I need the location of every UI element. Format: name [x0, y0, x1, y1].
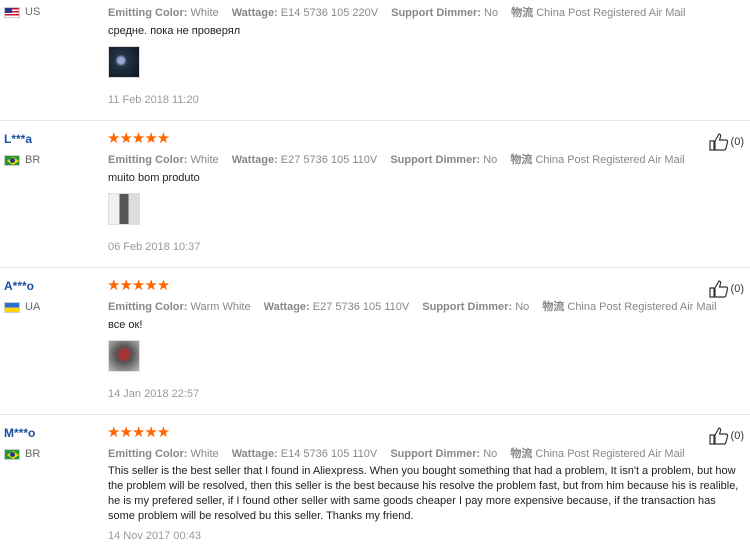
- helpful-count: (0): [730, 430, 744, 442]
- review-item: L***a BR ★★★★★ Emitting Color: White Wat…: [0, 121, 750, 267]
- us-flag-icon: [4, 6, 20, 18]
- country-code: UA: [25, 301, 41, 313]
- review-text: muito bom produto: [108, 172, 200, 184]
- review-attributes: Emitting Color: Warm White Wattage: E27 …: [108, 301, 717, 313]
- review-text: This seller is the best seller that I fo…: [108, 465, 739, 522]
- review-item: M***o BR ★★★★★ Emitting Color: White Wat…: [0, 415, 750, 546]
- review-item: A***o UA ★★★★★ Emitting Color: Warm Whit…: [0, 268, 750, 414]
- rating-stars: ★★★★★: [107, 424, 170, 441]
- reviewer-name: A***o: [4, 279, 35, 293]
- thumbs-up-icon: [708, 280, 728, 298]
- thumbs-up-icon: [708, 133, 728, 151]
- reviewer-name: M***o: [4, 426, 36, 440]
- country-code: BR: [25, 448, 41, 460]
- review-attributes: Emitting Color: White Wattage: E27 5736 …: [108, 154, 685, 166]
- review-attributes: Emitting Color: White Wattage: E14 5736 …: [108, 7, 686, 19]
- review-photo[interactable]: [108, 46, 140, 78]
- review-text: все ок!: [108, 319, 143, 331]
- ua-flag-icon: [4, 301, 20, 313]
- review-date: 14 Nov 2017 00:43: [108, 530, 201, 542]
- review-item: US Emitting Color: White Wattage: E14 57…: [0, 0, 750, 120]
- review-photo[interactable]: [108, 193, 140, 225]
- helpful-count: (0): [730, 136, 744, 148]
- country: BR: [4, 154, 40, 166]
- country: US: [4, 6, 40, 18]
- helpful-button[interactable]: (0): [708, 427, 744, 445]
- reviewer-name: L***a: [4, 132, 33, 146]
- review-date: 06 Feb 2018 10:37: [108, 241, 201, 253]
- country: UA: [4, 301, 40, 313]
- review-date: 11 Feb 2018 11:20: [108, 94, 199, 106]
- review-date: 14 Jan 2018 22:57: [108, 388, 200, 400]
- br-flag-icon: [4, 154, 20, 166]
- country: BR: [4, 448, 40, 460]
- rating-stars: ★★★★★: [107, 130, 170, 147]
- helpful-count: (0): [730, 283, 744, 295]
- review-attributes: Emitting Color: White Wattage: E14 5736 …: [108, 448, 685, 460]
- review-text: средне. пока не проверял: [108, 25, 241, 37]
- thumbs-up-icon: [708, 427, 728, 445]
- helpful-button[interactable]: (0): [708, 280, 744, 298]
- review-photo[interactable]: [108, 340, 140, 372]
- helpful-button[interactable]: (0): [708, 133, 744, 151]
- country-code: US: [25, 6, 41, 18]
- rating-stars: ★★★★★: [107, 277, 170, 294]
- country-code: BR: [25, 154, 41, 166]
- br-flag-icon: [4, 448, 20, 460]
